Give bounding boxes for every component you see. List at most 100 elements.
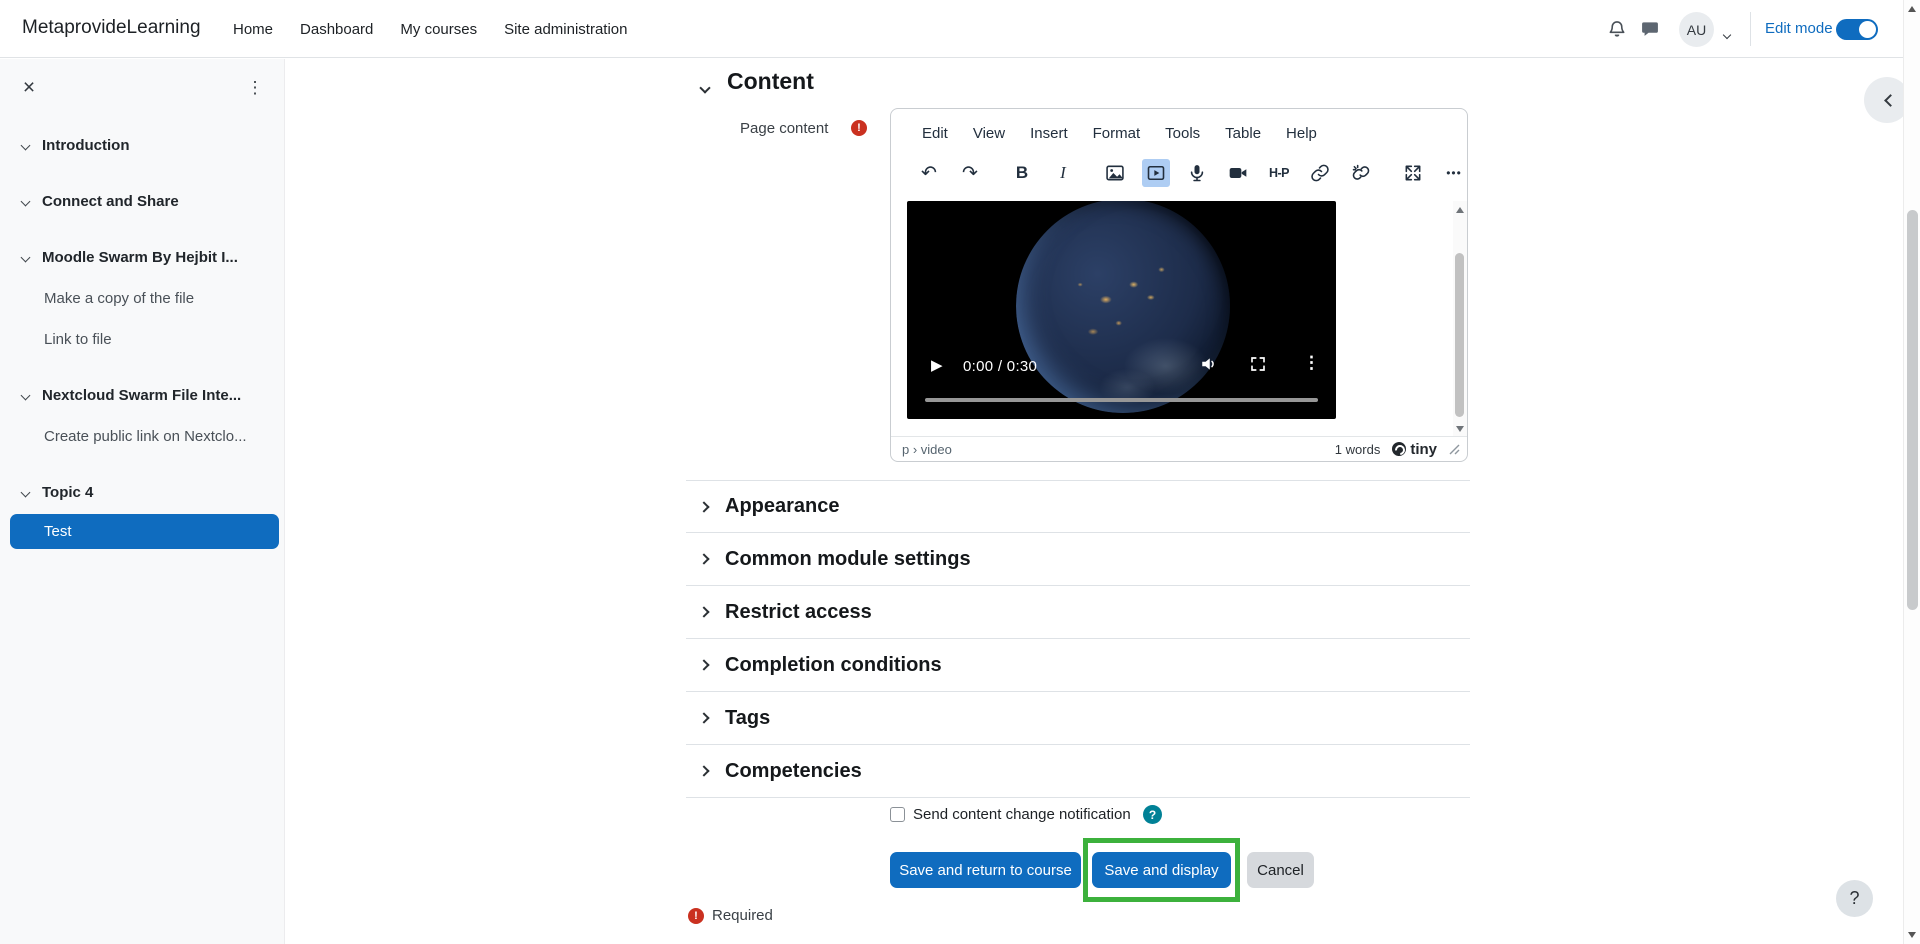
sidebar-item-introduction[interactable]: Introduction — [0, 132, 284, 158]
sidebar-item-test-active[interactable]: Test — [10, 514, 279, 549]
editor-scrollbar-thumb[interactable] — [1455, 253, 1464, 417]
tiny-logo-icon — [1392, 442, 1407, 456]
send-notification-checkbox[interactable] — [890, 807, 905, 822]
menu-table[interactable]: Table — [1225, 125, 1261, 142]
editor-toolbar: ↶ ↷ B I H-P ••• — [915, 159, 1468, 187]
help-fab-button[interactable]: ? — [1836, 880, 1873, 917]
more-tools-icon[interactable]: ••• — [1440, 159, 1468, 187]
editor-scrollbar[interactable] — [1453, 201, 1467, 438]
chevron-down-icon — [20, 140, 31, 150]
section-appearance[interactable]: Appearance — [686, 480, 1470, 533]
nav-my-courses[interactable]: My courses — [400, 21, 477, 38]
user-menu-chevron-icon[interactable] — [1722, 25, 1732, 43]
section-competencies[interactable]: Competencies — [686, 745, 1470, 798]
sidebar-item-create-public-link[interactable]: Create public link on Nextclo... — [0, 423, 284, 449]
notifications-bell-icon[interactable] — [1605, 17, 1629, 41]
close-drawer-icon[interactable]: × — [16, 75, 42, 101]
editor-statusbar: p › video 1 words tiny — [891, 436, 1467, 461]
sidebar-item-moodle-swarm[interactable]: Moodle Swarm By Hejbit I... — [0, 244, 284, 270]
chevron-right-icon — [698, 500, 710, 513]
unlink-icon[interactable] — [1347, 159, 1375, 187]
section-common-module-settings[interactable]: Common module settings — [686, 533, 1470, 586]
menu-view[interactable]: View — [973, 125, 1005, 142]
menu-insert[interactable]: Insert — [1030, 125, 1068, 142]
h5p-icon[interactable]: H-P — [1265, 159, 1293, 187]
chevron-down-icon — [20, 196, 31, 206]
save-and-display-button[interactable]: Save and display — [1092, 852, 1231, 888]
required-legend: ! Required — [688, 907, 773, 924]
sidebar-item-link-to-file[interactable]: Link to file — [0, 326, 284, 352]
page-content-label: Page content — [740, 120, 829, 137]
section-restrict-access[interactable]: Restrict access — [686, 586, 1470, 639]
cancel-button[interactable]: Cancel — [1247, 852, 1314, 888]
messages-icon[interactable] — [1638, 17, 1662, 41]
content-section-chevron-icon[interactable] — [699, 79, 711, 97]
required-field-icon: ! — [851, 120, 867, 136]
navbar-divider — [1750, 12, 1751, 46]
chevron-left-icon — [1883, 93, 1897, 107]
video-progress-bar[interactable] — [925, 398, 1318, 402]
undo-icon[interactable]: ↶ — [915, 159, 943, 187]
save-and-return-button[interactable]: Save and return to course — [890, 852, 1081, 888]
tiny-brand-logo[interactable]: tiny — [1392, 441, 1437, 458]
video-fullscreen-icon[interactable] — [1249, 355, 1267, 373]
editor-resize-handle-icon[interactable] — [1449, 444, 1460, 455]
chevron-right-icon — [698, 659, 710, 671]
menu-format[interactable]: Format — [1093, 125, 1141, 142]
site-brand[interactable]: MetaprovideLearning — [22, 17, 201, 39]
redo-icon[interactable]: ↷ — [956, 159, 984, 187]
top-navbar: MetaprovideLearning Home Dashboard My co… — [0, 0, 1903, 58]
sidebar-item-topic-4[interactable]: Topic 4 — [0, 479, 284, 505]
editor-menubar: Edit View Insert Format Tools Table Help — [922, 125, 1317, 142]
drawer-kebab-menu-icon[interactable]: ⋮ — [244, 75, 266, 101]
chevron-right-icon — [698, 712, 710, 724]
content-section-title[interactable]: Content — [727, 68, 814, 95]
section-tags[interactable]: Tags — [686, 692, 1470, 745]
editor-content-area[interactable]: ▶ 0:00 / 0:30 ⋮ — [892, 201, 1455, 438]
video-mute-icon[interactable] — [1200, 355, 1218, 373]
video-play-icon[interactable]: ▶ — [931, 356, 943, 374]
edit-mode-label: Edit mode — [1765, 20, 1833, 37]
chevron-right-icon — [698, 606, 710, 618]
nav-dashboard[interactable]: Dashboard — [300, 21, 373, 38]
insert-link-icon[interactable] — [1306, 159, 1334, 187]
record-video-camera-icon[interactable] — [1224, 159, 1252, 187]
sidebar-item-nextcloud-swarm[interactable]: Nextcloud Swarm File Inte... — [0, 382, 284, 408]
insert-image-icon[interactable] — [1101, 159, 1129, 187]
sidebar-item-make-a-copy[interactable]: Make a copy of the file — [0, 285, 284, 311]
send-notification-label: Send content change notification — [913, 806, 1131, 823]
insert-media-icon[interactable] — [1142, 159, 1170, 187]
tinymce-editor: Edit View Insert Format Tools Table Help… — [890, 108, 1468, 462]
user-avatar[interactable]: AU — [1679, 12, 1714, 47]
scroll-down-arrow-icon[interactable] — [1456, 426, 1464, 432]
nav-site-administration[interactable]: Site administration — [504, 21, 627, 38]
menu-tools[interactable]: Tools — [1165, 125, 1200, 142]
scroll-up-arrow-icon[interactable] — [1908, 6, 1916, 12]
nav-home[interactable]: Home — [233, 21, 273, 38]
edit-mode-toggle[interactable] — [1836, 19, 1878, 40]
bold-icon[interactable]: B — [1008, 159, 1036, 187]
scroll-down-arrow-icon[interactable] — [1908, 932, 1916, 938]
sidebar-item-connect-and-share[interactable]: Connect and Share — [0, 188, 284, 214]
chevron-down-icon — [20, 252, 31, 262]
section-completion-conditions[interactable]: Completion conditions — [686, 639, 1470, 692]
video-time: 0:00 / 0:30 — [963, 358, 1038, 375]
help-icon[interactable]: ? — [1143, 805, 1162, 824]
chevron-down-icon — [20, 487, 31, 497]
page-scrollbar-thumb[interactable] — [1907, 210, 1918, 610]
earth-night-video-frame — [1016, 201, 1230, 413]
scroll-up-arrow-icon[interactable] — [1456, 207, 1464, 213]
required-label: Required — [712, 907, 773, 924]
course-index-drawer: × ⋮ Introduction Connect and Share Moodl… — [0, 59, 285, 944]
video-options-kebab-icon[interactable]: ⋮ — [1303, 353, 1320, 373]
fullscreen-icon[interactable] — [1399, 159, 1427, 187]
record-audio-microphone-icon[interactable] — [1183, 159, 1211, 187]
italic-icon[interactable]: I — [1049, 159, 1077, 187]
primary-nav: Home Dashboard My courses Site administr… — [233, 0, 628, 58]
menu-help[interactable]: Help — [1286, 125, 1317, 142]
video-player: ▶ 0:00 / 0:30 ⋮ — [907, 201, 1336, 419]
element-path[interactable]: p › video — [902, 442, 952, 457]
menu-edit[interactable]: Edit — [922, 125, 948, 142]
page-scrollbar[interactable] — [1903, 0, 1920, 944]
chevron-down-icon — [20, 390, 31, 400]
